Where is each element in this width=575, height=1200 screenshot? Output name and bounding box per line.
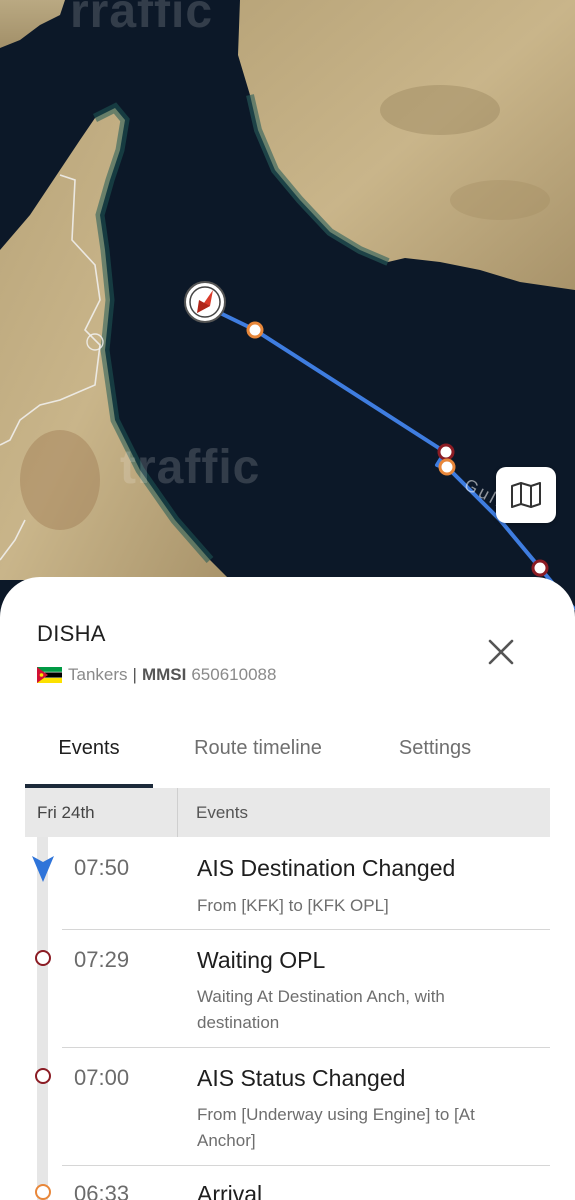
tab-bar: Events Route timeline Settings — [25, 727, 550, 789]
header-divider — [177, 788, 178, 837]
map-view[interactable]: rraffic traffic Gulf of — [0, 0, 575, 640]
mozambique-flag-icon — [37, 667, 62, 683]
event-title: AIS Destination Changed — [197, 855, 456, 881]
event-description: From [KFK] to [KFK OPL] — [197, 896, 389, 915]
vessel-meta: Tankers | MMSI 650610088 — [37, 665, 276, 685]
watermark-top: rraffic — [70, 0, 214, 38]
vessel-name: DISHA — [37, 621, 106, 646]
row-divider — [62, 1047, 550, 1048]
event-time: 07:29 — [74, 947, 130, 972]
event-time: 07:50 — [74, 855, 130, 880]
events-column-header: Events — [196, 803, 248, 822]
vessel-type: Tankers — [68, 665, 128, 684]
red-ring-icon — [35, 1068, 51, 1084]
tab-route-timeline[interactable]: Route timeline — [165, 727, 351, 789]
satellite-map — [0, 0, 575, 640]
event-description: Waiting At Destination Anch, with destin… — [197, 987, 445, 1032]
date-header: Fri 24th — [37, 803, 95, 822]
red-ring-icon — [35, 950, 51, 966]
route-event-dot — [246, 321, 264, 339]
mmsi-value: 650610088 — [191, 665, 277, 684]
event-time: 06:33 — [74, 1181, 130, 1200]
tab-events[interactable]: Events — [25, 727, 153, 789]
map-icon — [511, 482, 541, 508]
row-divider — [62, 929, 550, 930]
tab-settings[interactable]: Settings — [375, 727, 495, 789]
event-title: AIS Status Changed — [197, 1065, 406, 1091]
close-button[interactable] — [484, 635, 518, 669]
timeline-track — [37, 837, 48, 1200]
map-layers-button[interactable] — [496, 467, 556, 523]
current-position-arrow-icon — [32, 856, 54, 882]
events-table-header: Fri 24th Events — [25, 788, 550, 837]
close-icon — [488, 639, 514, 665]
row-divider — [62, 1165, 550, 1166]
orange-ring-icon — [35, 1184, 51, 1200]
route-event-dot — [531, 559, 549, 577]
event-description: From [Underway using Engine] to [At Anch… — [197, 1105, 475, 1150]
event-title: Arrival — [197, 1181, 263, 1200]
mmsi-label: MMSI — [141, 665, 187, 684]
event-title: Waiting OPL — [197, 947, 326, 973]
route-event-dot — [437, 443, 455, 461]
meta-separator: | — [132, 665, 137, 684]
vessel-details-sheet: DISHA Tankers | MMSI 650610088 Events Ro… — [0, 577, 575, 1200]
event-time: 07:00 — [74, 1065, 130, 1090]
watermark-center: traffic — [120, 441, 261, 494]
route-event-dot — [438, 458, 456, 476]
vessel-position-marker — [184, 281, 226, 323]
